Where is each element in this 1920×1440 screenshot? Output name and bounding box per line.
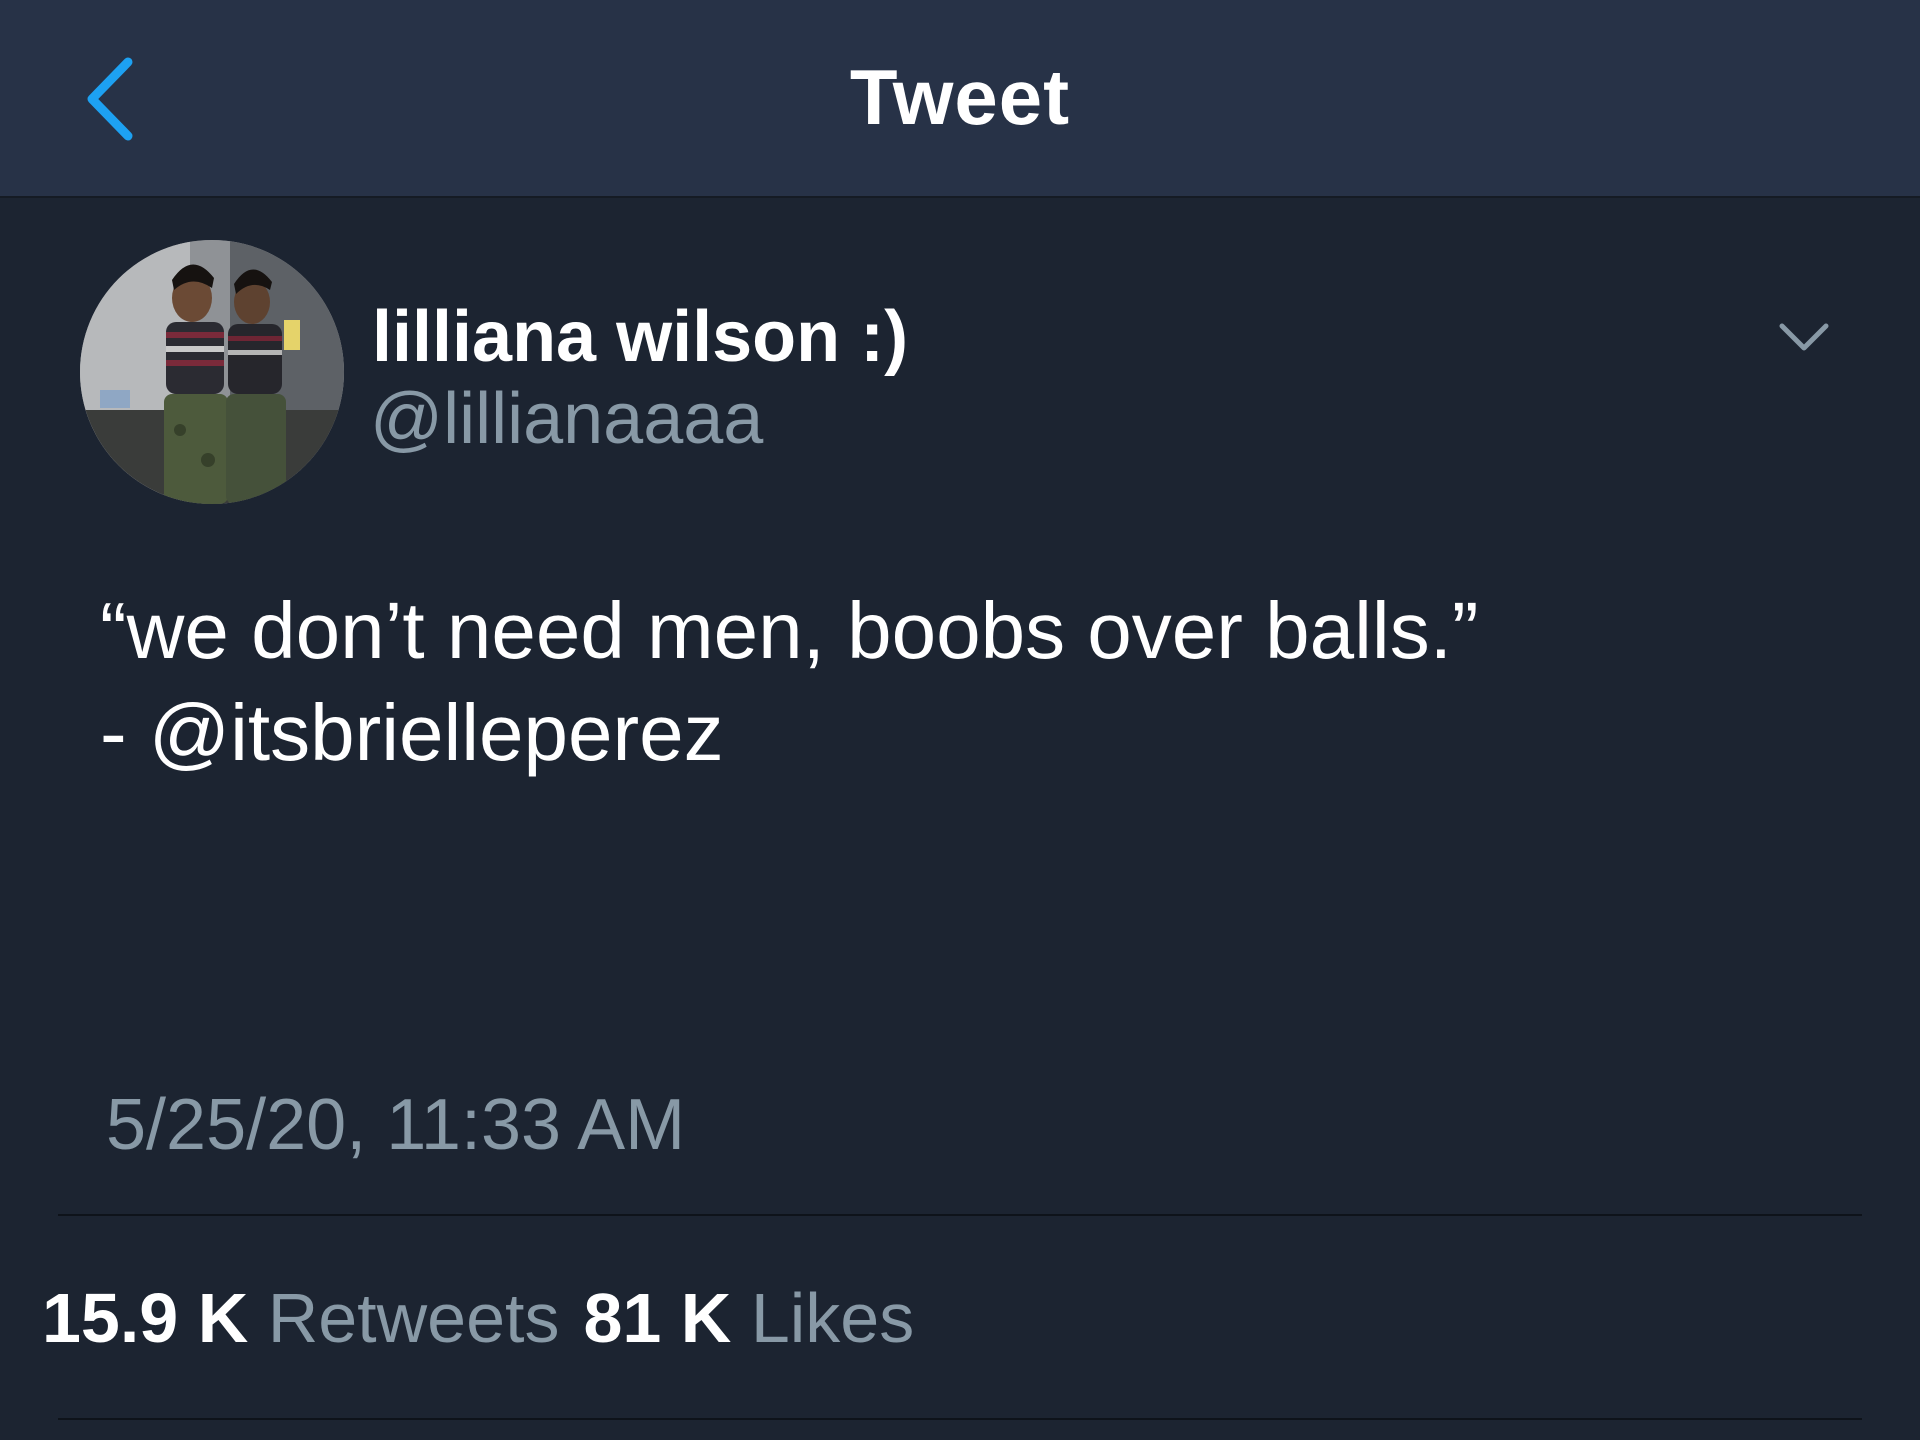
author-display-name[interactable]: lilliana wilson :) (372, 296, 908, 378)
page-title: Tweet (849, 53, 1071, 141)
likes-label: Likes (750, 1279, 915, 1357)
chevron-down-icon (1779, 323, 1829, 351)
retweets-count: 15.9 K (42, 1279, 249, 1357)
divider (58, 1418, 1862, 1420)
nav-header: Tweet (0, 0, 1920, 198)
likes-stat[interactable]: 81 K Likes (584, 1279, 915, 1357)
tweet-detail-screen: Tweet lilliana wilson:) @lillianaaaa “w… (0, 0, 1920, 1440)
tweet-menu-button[interactable] (1760, 300, 1846, 376)
author-handle[interactable]: @lillianaaaa (370, 378, 763, 460)
tweet-text: “we don’t need men, boobs over balls.” -… (100, 586, 1479, 777)
likes-count: 81 K (583, 1279, 732, 1357)
retweets-label: Retweets (267, 1279, 560, 1357)
avatar[interactable] (80, 240, 344, 504)
engagement-stats: 15.9 K Retweets 81 K Likes (42, 1278, 914, 1358)
tweet-timestamp: 5/25/20, 11:33 AM (106, 1085, 686, 1165)
avatar-photo (80, 240, 344, 504)
divider (58, 1214, 1862, 1216)
retweets-stat[interactable]: 15.9 K Retweets (42, 1279, 560, 1357)
